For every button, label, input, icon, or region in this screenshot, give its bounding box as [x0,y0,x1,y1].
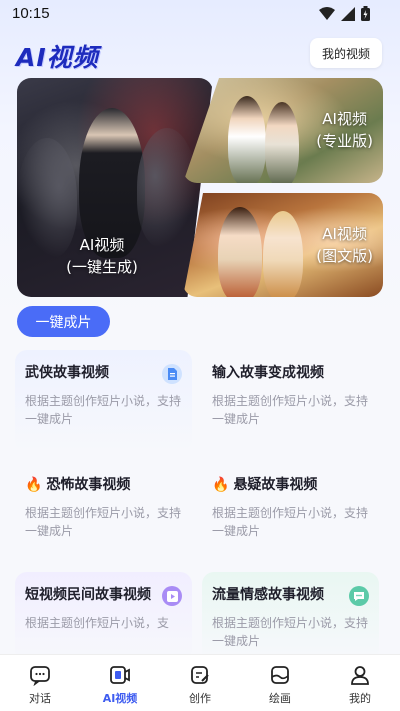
bottom-tab-bar: 对话 AI视频 创作 绘画 我的 [0,654,400,711]
banner-pro-label: AI视频 (专业版) [316,108,373,152]
banner-main-label: AI视频 (一键生成) [17,234,187,278]
card-title-text: 输入故事变成视频 [212,365,324,381]
card-title: 流量情感故事视频 [212,584,369,606]
card-suspense-story-video[interactable]: 🔥 悬疑故事视频 根据主题创作短片小说，支持一键成片 [202,462,379,564]
edit-icon [191,666,209,684]
banner-character-image [228,96,266,183]
card-wuxia-story-video[interactable]: 武侠故事视频 根据主题创作短片小说，支持一键成片 [15,350,192,452]
fire-icon: 🔥 [212,477,230,493]
wifi-icon [319,6,335,20]
tab-paint[interactable]: 绘画 [240,655,320,711]
card-description: 根据主题创作短片小说，支持一键成片 [25,394,182,426]
banner-ai-video-pro[interactable]: AI视频 (专业版) [183,78,383,183]
card-description: 根据主题创作短片小说，支持一键成片 [25,506,182,538]
card-description: 根据主题创作短片小说，支 [25,616,170,630]
my-videos-button[interactable]: 我的视频 [309,38,382,68]
card-title: 武侠故事视频 [25,362,182,384]
card-description: 根据主题创作短片小说，支持一键成片 [212,506,369,538]
banner-pro-title: AI视频 [322,110,367,128]
document-icon [162,364,182,384]
card-title: 短视频民间故事视频 [25,584,182,606]
fire-icon: 🔥 [25,477,43,493]
tab-label: 我的 [349,692,371,705]
card-title: 🔥 悬疑故事视频 [212,474,369,496]
battery-icon [361,6,370,21]
tab-create[interactable]: 创作 [160,655,240,711]
card-horror-story-video[interactable]: 🔥 恐怖故事视频 根据主题创作短片小说，支持一键成片 [15,462,192,564]
card-title-text: 短视频民间故事视频 [25,587,151,603]
one-click-create-button[interactable]: 一键成片 [17,306,110,337]
user-icon [351,666,369,685]
card-title: 🔥 恐怖故事视频 [25,474,182,496]
banner-ai-video-picture-text[interactable]: AI视频 (图文版) [183,193,383,297]
banner-character-image-2 [265,102,299,183]
card-description: 根据主题创作短片小说，支持一键成片 [212,616,369,648]
app-logo: AI视频 [16,43,99,72]
status-bar: 10:15 [0,0,400,28]
play-icon [162,586,182,606]
card-title-text: 流量情感故事视频 [212,587,324,603]
video-icon [110,666,130,684]
status-icons [319,6,370,21]
card-title-text: 武侠故事视频 [25,365,109,381]
card-description: 根据主题创作短片小说，支持一键成片 [212,394,369,426]
banner-picture-text-label: AI视频 (图文版) [316,223,373,267]
banner-ai-video-one-click[interactable]: AI视频 (一键生成) [17,78,213,297]
signal-icon [341,6,355,21]
card-emotional-story-video[interactable]: 流量情感故事视频 根据主题创作短片小说，支持一键成片 [202,572,379,662]
card-title: 输入故事变成视频 [212,362,369,384]
banner-pro-subtitle: (专业版) [316,132,373,150]
tab-ai-video[interactable]: AI视频 [80,655,160,711]
card-input-story-to-video[interactable]: 输入故事变成视频 根据主题创作短片小说，支持一键成片 [202,350,379,452]
tab-label: AI视频 [102,692,138,705]
chat-bubble-icon [30,666,50,686]
banner-main-subtitle: (一键生成) [66,258,138,276]
tab-chat[interactable]: 对话 [0,655,80,711]
banner-main-title: AI视频 [79,236,125,254]
chat-icon [349,586,369,606]
wing-decoration-right [137,128,197,248]
banner-character-image [218,207,262,297]
tab-label: 创作 [189,692,211,705]
card-title-text: 恐怖故事视频 [46,477,131,493]
banner-picture-text-title: AI视频 [322,225,367,243]
card-folk-story-video[interactable]: 短视频民间故事视频 根据主题创作短片小说，支 [15,572,192,662]
status-time: 10:15 [12,5,50,22]
tab-me[interactable]: 我的 [320,655,400,711]
tab-label: 对话 [29,692,51,705]
header: AI视频 我的视频 [0,28,400,76]
banner-picture-text-subtitle: (图文版) [316,247,373,265]
tab-label: 绘画 [269,692,291,705]
paint-icon [271,666,289,684]
banner-character-image-2 [263,211,303,297]
card-title-text: 悬疑故事视频 [233,477,318,493]
